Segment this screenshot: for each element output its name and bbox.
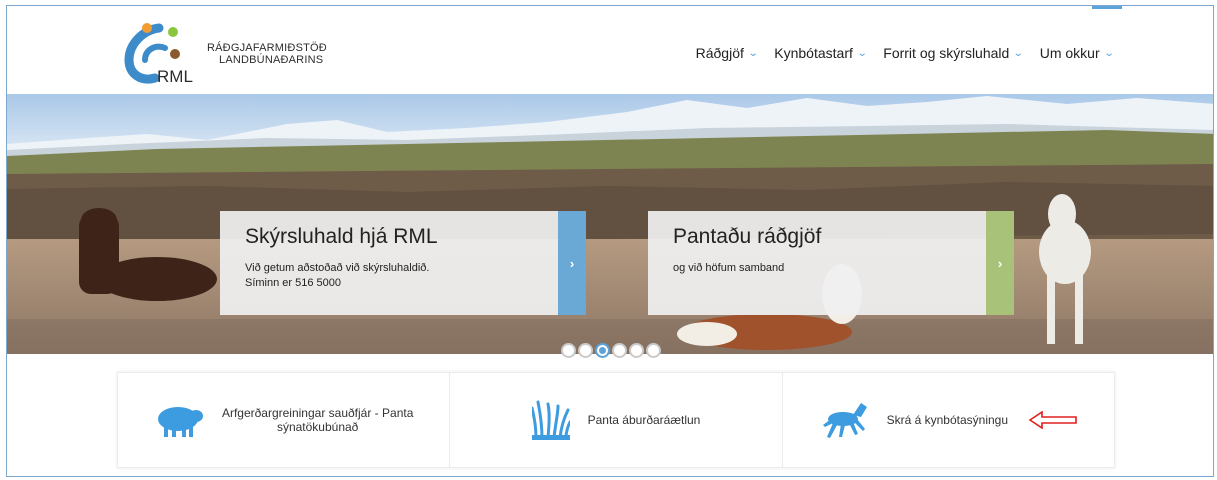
brand-name: RÁÐGJAFARMIÐSTÖÐ LANDBÚNAÐARINS	[207, 42, 327, 66]
slide-title: Skýrsluhald hjá RML	[245, 225, 438, 248]
nav-item-kynbotastarf[interactable]: Kynbótastarf ⌄	[774, 45, 868, 61]
slider-pager	[561, 343, 661, 358]
horse-icon	[822, 403, 867, 438]
service-arfgerdargreiningar[interactable]: Arfgerðargreiningar sauðfjár - Panta sýn…	[118, 373, 451, 467]
hero-background-image	[7, 94, 1213, 354]
logo-text: RML	[157, 67, 193, 84]
slide-card-skyrsluhald[interactable]: Skýrsluhald hjá RML Við getum aðstoðað v…	[220, 211, 586, 315]
pager-dot[interactable]	[629, 343, 644, 358]
service-links: Arfgerðargreiningar sauðfjár - Panta sýn…	[117, 372, 1115, 468]
pager-dot[interactable]	[612, 343, 627, 358]
nav-item-forrit[interactable]: Forrit og skýrsluhald ⌄	[883, 45, 1024, 61]
chevron-down-icon: ⌄	[856, 47, 868, 59]
pager-dot[interactable]	[646, 343, 661, 358]
service-label-line2: sýnatökubúnað	[276, 420, 359, 434]
service-aburdaraaetlun[interactable]: Panta áburðaráætlun	[450, 373, 783, 467]
service-label: Skrá á kynbótasýningu	[886, 413, 1009, 427]
hero-slider: Skýrsluhald hjá RML Við getum aðstoðað v…	[7, 94, 1213, 354]
chevron-right-icon: ›	[569, 255, 575, 271]
site-header: RML RÁÐGJAFARMIÐSTÖÐ LANDBÚNAÐARINS Ráðg…	[7, 6, 1213, 96]
nav-item-radgjof[interactable]: Ráðgjöf ⌄	[695, 45, 759, 61]
nav-item-label: Ráðgjöf	[695, 45, 744, 61]
service-label: Arfgerðargreiningar sauðfjár - Panta sýn…	[222, 406, 413, 434]
slide-subtitle: Við getum aðstoðað við skýrsluhaldið. Sí…	[245, 261, 429, 291]
brand-name-line1: RÁÐGJAFARMIÐSTÖÐ	[207, 42, 327, 54]
slide-arrow-button[interactable]: ›	[558, 211, 586, 315]
main-nav: Ráðgjöf ⌄ Kynbótastarf ⌄ Forrit og skýrs…	[695, 45, 1115, 61]
rml-logo[interactable]: RML	[115, 20, 200, 84]
service-label-line1: Arfgerðargreiningar sauðfjár - Panta	[221, 406, 414, 420]
chevron-down-icon: ⌄	[1103, 47, 1115, 59]
nav-item-label: Um okkur	[1039, 45, 1100, 61]
sheep-icon	[157, 407, 203, 437]
slide-subtitle-line1: og við höfum samband	[673, 262, 785, 274]
pager-dot-active[interactable]	[595, 343, 610, 358]
nav-item-label: Forrit og skýrsluhald	[883, 45, 1010, 61]
grass-icon	[531, 400, 570, 440]
slide-card-radgjof[interactable]: Pantaðu ráðgjöf og við höfum samband ›	[648, 211, 1014, 315]
service-kynbotasyning[interactable]: Skrá á kynbótasýningu	[783, 373, 1114, 467]
pager-dot[interactable]	[561, 343, 576, 358]
page-frame: RML RÁÐGJAFARMIÐSTÖÐ LANDBÚNAÐARINS Ráðg…	[6, 5, 1214, 477]
left-arrow-annotation-icon	[1028, 411, 1077, 429]
chevron-right-icon: ›	[997, 255, 1003, 271]
slide-subtitle: og við höfum samband	[673, 261, 784, 276]
chevron-down-icon: ⌄	[1013, 47, 1024, 59]
slide-subtitle-line1: Við getum aðstoðað við skýrsluhaldið.	[245, 262, 430, 274]
nav-item-label: Kynbótastarf	[774, 45, 853, 61]
chevron-down-icon: ⌄	[747, 47, 759, 59]
top-accent-line	[1092, 6, 1122, 9]
nav-item-um-okkur[interactable]: Um okkur ⌄	[1039, 45, 1115, 61]
brand-name-line2: LANDBÚNAÐARINS	[219, 54, 324, 66]
service-label: Panta áburðaráætlun	[587, 413, 701, 427]
slide-subtitle-line2: Síminn er 516 5000	[245, 277, 342, 289]
slide-title: Pantaðu ráðgjöf	[673, 225, 822, 248]
slide-arrow-button[interactable]: ›	[986, 211, 1014, 315]
pager-dot[interactable]	[578, 343, 593, 358]
